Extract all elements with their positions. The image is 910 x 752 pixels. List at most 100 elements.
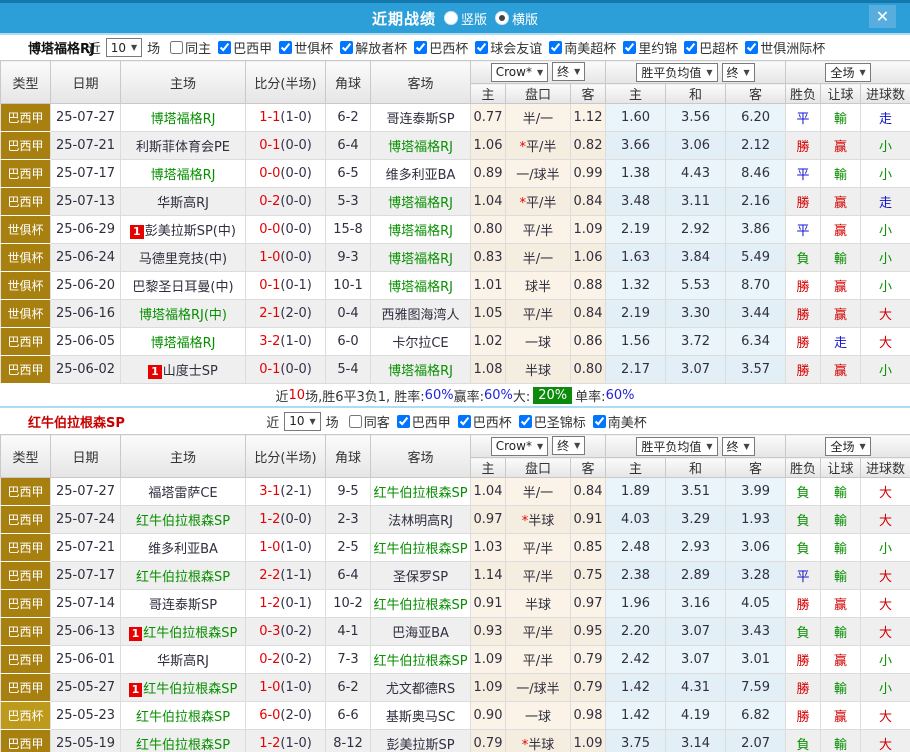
team-name-text[interactable]: 巴海亚BA [392,626,449,641]
scope-select[interactable]: 全场▼ [825,63,870,82]
home-odds-cell: 0.91 [471,590,506,618]
away-team-cell: 博塔福格RJ [371,188,471,216]
result-goals-cell: 大 [861,328,910,356]
same-venue-checkbox[interactable] [170,41,183,54]
team-name-text[interactable]: 博塔福格RJ [388,140,453,155]
final-odds-select[interactable]: 终▼ [552,436,585,455]
final-mean-select[interactable]: 终▼ [722,437,755,456]
team-name-text[interactable]: 华斯高RJ [157,196,209,211]
away-team-cell: 圣保罗SP [371,562,471,590]
team-name-text[interactable]: 法林明高RJ [388,514,453,529]
team-name-text[interactable]: 博塔福格RJ [151,112,216,127]
bookmaker-select[interactable]: Crow*▼ [491,63,548,82]
league-checkbox-label: 南美杯 [608,412,647,431]
team-name-text[interactable]: 红牛伯拉根森SP [136,738,230,752]
bookmaker-select[interactable]: Crow*▼ [491,437,548,456]
team-name-text[interactable]: 红牛伯拉根森SP [143,682,237,697]
col-score: 比分(半场) [246,435,326,478]
chevron-down-icon: ▼ [574,441,580,450]
team-name-text[interactable]: 山度士SP [163,364,218,379]
mean-odds-select[interactable]: 胜平负均值▼ [636,437,717,456]
team-name-text[interactable]: 基斯奥马SC [386,710,455,725]
team-name-text[interactable]: 维多利亚BA [148,542,218,557]
scope-select[interactable]: 全场▼ [825,437,870,456]
sub-header: 让球 [821,458,861,478]
mean-odds-select[interactable]: 胜平负均值▼ [636,63,717,82]
near-count-select[interactable]: 10▼ [284,412,320,431]
final-odds-select[interactable]: 终▼ [552,62,585,81]
team-name-text[interactable]: 巴黎圣日耳曼(中) [132,280,233,295]
fulltime-score: 0-3 [259,624,280,639]
result-group-header: 全场▼ [786,61,910,84]
team-name-text[interactable]: 红牛伯拉根森SP [143,626,237,641]
league-checkbox[interactable] [397,415,410,428]
league-checkbox[interactable] [684,41,697,54]
summary-record: 场,胜6平3负1, 胜率: [305,386,425,405]
team-name-text[interactable]: 博塔福格RJ [388,364,453,379]
vertical-layout-radio[interactable] [444,11,458,25]
team-name-text[interactable]: 博塔福格RJ [388,252,453,267]
team-name-text[interactable]: 福塔雷萨CE [148,486,217,501]
team-name-text[interactable]: 红牛伯拉根森SP [136,570,230,585]
team-name-text[interactable]: 圣保罗SP [393,570,448,585]
team-name-text[interactable]: 哥连泰斯SP [149,598,217,613]
team-name-text[interactable]: 马德里竞技(中) [139,252,227,267]
team-name-text[interactable]: 博塔福格RJ(中) [139,308,227,323]
result-outcome-cell: 勝 [786,328,821,356]
halftime-score: (1-0) [280,110,311,125]
team-name-text[interactable]: 红牛伯拉根森SP [136,514,230,529]
corner-cell: 4-1 [326,618,371,646]
team-name-text[interactable]: 西雅图海湾人 [381,308,459,323]
recent-results-panel: 近期战绩 竖版 横版 ✕ 博塔福格RJ近10▼场同主巴西甲世俱杯解放者杯巴西杯球… [0,0,910,752]
halftime-score: (0-0) [280,194,311,209]
result-outcome-cell: 勝 [786,356,821,384]
team-name-text[interactable]: 尤文都德RS [386,682,455,697]
score-cell: 1-2(1-0) [246,730,326,752]
mean-home-cell: 2.19 [606,300,666,328]
team-name-text[interactable]: 维多利亚BA [386,168,456,183]
team-name-text[interactable]: 红牛伯拉根森SP [136,710,230,725]
team-name-text[interactable]: 红牛伯拉根森SP [373,542,467,557]
team-name-text[interactable]: 红牛伯拉根森SP [373,486,467,501]
team-name-text[interactable]: 博塔福格RJ [151,336,216,351]
league-checkbox[interactable] [623,41,636,54]
team-name-text[interactable]: 彭美拉斯SP(中) [145,224,236,239]
team-name-text[interactable]: 哥连泰斯SP [386,112,454,127]
col-home: 主场 [121,435,246,478]
fulltime-score: 1-2 [259,512,280,527]
away-odds-cell: 0.85 [571,534,606,562]
same-venue-checkbox[interactable] [349,415,362,428]
league-checkbox[interactable] [593,415,606,428]
chevron-down-icon: ▼ [744,68,750,77]
close-button[interactable]: ✕ [869,5,896,28]
league-checkbox[interactable] [519,415,532,428]
team-name-text[interactable]: 博塔福格RJ [151,168,216,183]
league-checkbox[interactable] [279,41,292,54]
near-count-select[interactable]: 10▼ [106,38,142,57]
away-team-cell: 博塔福格RJ [371,356,471,384]
team-name-text[interactable]: 华斯高RJ [157,654,209,669]
date-cell: 25-05-27 [51,674,121,702]
team-name-text[interactable]: 博塔福格RJ [388,280,453,295]
team-name-text[interactable]: 博塔福格RJ [388,196,453,211]
result-outcome-cell: 勝 [786,300,821,328]
team-name-text[interactable]: 博塔福格RJ [388,224,453,239]
team-name-text[interactable]: 红牛伯拉根森SP [373,598,467,613]
league-checkbox[interactable] [414,41,427,54]
home-odds-cell: 1.03 [471,534,506,562]
team-name-text[interactable]: 红牛伯拉根森SP [373,654,467,669]
final-mean-select[interactable]: 终▼ [722,63,755,82]
league-checkbox[interactable] [549,41,562,54]
team-name-text[interactable]: 彭美拉斯SP [386,738,454,752]
team-name-text[interactable]: 利斯菲体育会PE [136,140,230,155]
away-team-cell: 红牛伯拉根森SP [371,478,471,506]
league-checkbox[interactable] [340,41,353,54]
league-checkbox[interactable] [475,41,488,54]
horizontal-layout-radio[interactable] [495,11,509,25]
team-name-text[interactable]: 卡尔拉CE [392,336,448,351]
result-outcome-cell: 勝 [786,188,821,216]
league-checkbox[interactable] [218,41,231,54]
league-checkbox[interactable] [458,415,471,428]
league-checkbox[interactable] [745,41,758,54]
horizontal-layout-label: 横版 [512,9,538,28]
